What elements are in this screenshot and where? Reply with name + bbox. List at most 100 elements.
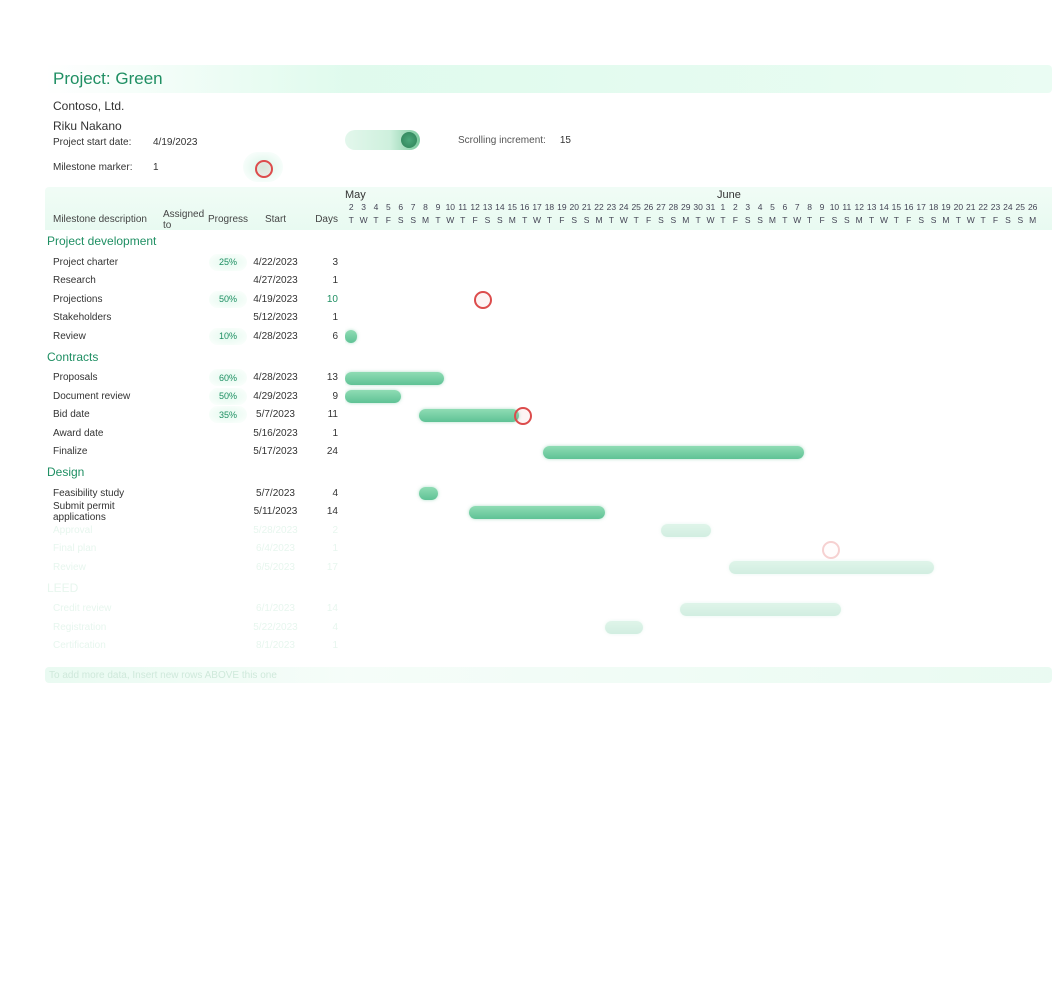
day-number: 7 bbox=[407, 202, 419, 215]
task-start[interactable]: 4/27/2023 bbox=[248, 275, 303, 286]
day-number: 11 bbox=[841, 202, 853, 215]
day-number: 1 bbox=[717, 202, 729, 215]
task-row[interactable]: Final plan6/4/20231 bbox=[45, 540, 345, 559]
task-start[interactable]: 8/1/2023 bbox=[248, 640, 303, 651]
task-row[interactable]: Review6/5/202317 bbox=[45, 558, 345, 577]
gantt-bar[interactable] bbox=[729, 561, 934, 574]
task-progress[interactable]: 60% bbox=[208, 369, 248, 386]
gantt-bar[interactable] bbox=[345, 390, 401, 403]
task-start[interactable]: 5/16/2023 bbox=[248, 428, 303, 439]
day-number: 5 bbox=[382, 202, 394, 215]
task-row[interactable]: Credit review6/1/202314 bbox=[45, 600, 345, 619]
task-start[interactable]: 5/12/2023 bbox=[248, 312, 303, 323]
task-progress[interactable]: 25% bbox=[208, 254, 248, 271]
gantt-row bbox=[345, 540, 1052, 559]
start-date-value[interactable]: 4/19/2023 bbox=[153, 137, 213, 148]
task-start[interactable]: 5/22/2023 bbox=[248, 622, 303, 633]
task-row[interactable]: Review10%4/28/20236 bbox=[45, 327, 345, 346]
task-start[interactable]: 6/1/2023 bbox=[248, 603, 303, 614]
task-row[interactable]: Approval5/28/20232 bbox=[45, 521, 345, 540]
gantt-bar[interactable] bbox=[419, 409, 518, 422]
day-number: 15 bbox=[506, 202, 518, 215]
task-days[interactable]: 9 bbox=[303, 391, 338, 402]
task-row[interactable]: Certification8/1/20231 bbox=[45, 637, 345, 656]
task-days[interactable]: 17 bbox=[303, 562, 338, 573]
task-days[interactable]: 3 bbox=[303, 257, 338, 268]
task-days[interactable]: 1 bbox=[303, 428, 338, 439]
task-days[interactable]: 2 bbox=[303, 525, 338, 536]
day-number: 15 bbox=[890, 202, 902, 215]
task-days[interactable]: 14 bbox=[303, 603, 338, 614]
day-number: 14 bbox=[494, 202, 506, 215]
task-start[interactable]: 4/22/2023 bbox=[248, 257, 303, 268]
task-row[interactable]: Award date5/16/20231 bbox=[45, 424, 345, 443]
task-row[interactable]: Research4/27/20231 bbox=[45, 272, 345, 291]
gantt-bar[interactable] bbox=[680, 603, 841, 616]
marker-value[interactable]: 1 bbox=[153, 162, 213, 173]
task-row[interactable]: Document review 50%4/29/20239 bbox=[45, 387, 345, 406]
day-number: 6 bbox=[395, 202, 407, 215]
task-days[interactable]: 14 bbox=[303, 506, 338, 517]
task-row[interactable]: Finalize5/17/202324 bbox=[45, 443, 345, 462]
task-row[interactable]: Registration5/22/20234 bbox=[45, 618, 345, 637]
scroll-thumb-icon[interactable] bbox=[401, 132, 417, 148]
task-days[interactable]: 11 bbox=[303, 409, 338, 420]
day-number: 2 bbox=[729, 202, 741, 215]
milestone-marker-icon bbox=[474, 291, 492, 309]
task-row[interactable]: Projections50%4/19/202310 bbox=[45, 290, 345, 309]
task-days[interactable]: 4 bbox=[303, 622, 338, 633]
task-days[interactable]: 1 bbox=[303, 312, 338, 323]
gantt-bar[interactable] bbox=[345, 372, 444, 385]
task-start[interactable]: 4/19/2023 bbox=[248, 294, 303, 305]
day-letter: M bbox=[853, 215, 865, 228]
day-number: 21 bbox=[580, 202, 592, 215]
task-progress[interactable]: 50% bbox=[208, 388, 248, 405]
task-progress[interactable]: 35% bbox=[208, 406, 248, 423]
task-row[interactable]: Project charter25%4/22/20233 bbox=[45, 253, 345, 272]
day-letter: T bbox=[457, 215, 469, 228]
task-start[interactable]: 6/5/2023 bbox=[248, 562, 303, 573]
gantt-bar[interactable] bbox=[345, 330, 357, 343]
day-letter: M bbox=[506, 215, 518, 228]
day-letter: F bbox=[642, 215, 654, 228]
scroll-value[interactable]: 15 bbox=[560, 135, 571, 146]
task-start[interactable]: 4/29/2023 bbox=[248, 391, 303, 402]
task-start[interactable]: 4/28/2023 bbox=[248, 372, 303, 383]
task-days[interactable]: 24 bbox=[303, 446, 338, 457]
task-days[interactable]: 1 bbox=[303, 640, 338, 651]
day-letter: S bbox=[1002, 215, 1014, 228]
task-desc: Document review bbox=[45, 391, 163, 402]
day-letter: T bbox=[717, 215, 729, 228]
task-days[interactable]: 13 bbox=[303, 372, 338, 383]
task-start[interactable]: 5/7/2023 bbox=[248, 409, 303, 420]
gantt-bar[interactable] bbox=[605, 621, 642, 634]
task-start[interactable]: 5/17/2023 bbox=[248, 446, 303, 457]
day-number: 31 bbox=[704, 202, 716, 215]
scroll-slider[interactable] bbox=[345, 130, 420, 150]
task-start[interactable]: 5/11/2023 bbox=[248, 506, 303, 517]
task-start[interactable]: 5/28/2023 bbox=[248, 525, 303, 536]
task-days[interactable]: 4 bbox=[303, 488, 338, 499]
task-start[interactable]: 6/4/2023 bbox=[248, 543, 303, 554]
task-progress[interactable]: 50% bbox=[208, 291, 248, 308]
gantt-bar[interactable] bbox=[543, 446, 803, 459]
task-row[interactable]: Bid date35%5/7/202311 bbox=[45, 406, 345, 425]
task-progress[interactable]: 10% bbox=[208, 328, 248, 345]
task-row[interactable]: Feasibility study5/7/20234 bbox=[45, 484, 345, 503]
day-number: 16 bbox=[518, 202, 530, 215]
task-days[interactable]: 1 bbox=[303, 275, 338, 286]
task-days[interactable]: 6 bbox=[303, 331, 338, 342]
task-start[interactable]: 4/28/2023 bbox=[248, 331, 303, 342]
day-letter: T bbox=[803, 215, 815, 228]
day-letter: W bbox=[965, 215, 977, 228]
task-row[interactable]: Stakeholders5/12/20231 bbox=[45, 309, 345, 328]
gantt-bar[interactable] bbox=[469, 506, 605, 519]
task-row[interactable]: Submit permit applications5/11/202314 bbox=[45, 503, 345, 522]
task-start[interactable]: 5/7/2023 bbox=[248, 488, 303, 499]
hdr-start: Start bbox=[248, 192, 303, 225]
gantt-bar[interactable] bbox=[419, 487, 438, 500]
gantt-bar[interactable] bbox=[661, 524, 711, 537]
task-days[interactable]: 1 bbox=[303, 543, 338, 554]
task-days[interactable]: 10 bbox=[303, 294, 338, 305]
task-row[interactable]: Proposals60%4/28/202313 bbox=[45, 369, 345, 388]
